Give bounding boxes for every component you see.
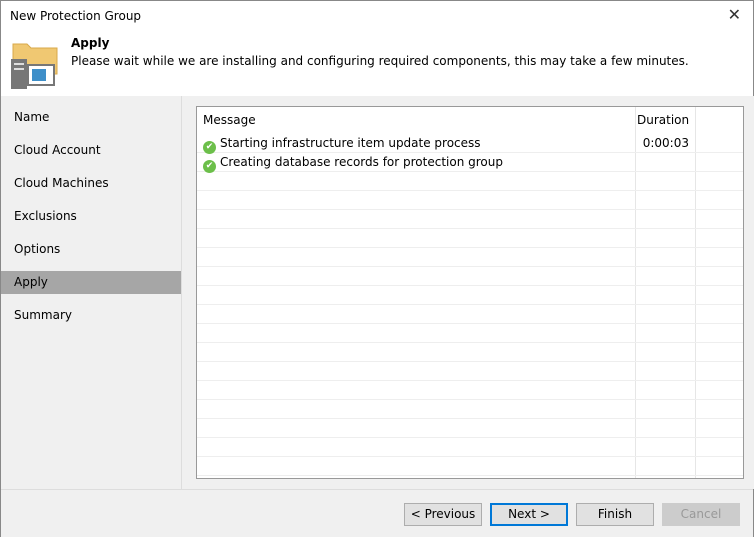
step-cloud-account[interactable]: Cloud Account <box>1 139 181 162</box>
table-row[interactable]: ✔ Creating database records for protectio… <box>197 153 743 173</box>
empty-row <box>197 438 743 457</box>
next-button[interactable]: Next > <box>490 503 568 526</box>
cancel-button[interactable]: Cancel <box>662 503 740 526</box>
grid-header: Message Duration <box>197 111 743 131</box>
column-header-message[interactable]: Message <box>203 111 256 129</box>
empty-row <box>197 172 743 191</box>
previous-button[interactable]: < Previous <box>404 503 482 526</box>
empty-row <box>197 419 743 438</box>
wizard-steps: Name Cloud Account Cloud Machines Exclus… <box>1 96 181 489</box>
page-description: Please wait while we are installing and … <box>71 54 689 68</box>
empty-row <box>197 324 743 343</box>
empty-row <box>197 305 743 324</box>
finish-button[interactable]: Finish <box>576 503 654 526</box>
row-message: Starting infrastructure item update proc… <box>220 136 481 150</box>
protection-group-icon <box>11 43 58 89</box>
page-title: Apply <box>71 36 110 50</box>
empty-row <box>197 400 743 419</box>
row-duration: 0:00:03 <box>642 136 689 150</box>
main-panel: Message Duration ✔ Starting infrastructur… <box>181 96 754 489</box>
empty-row <box>197 191 743 210</box>
empty-row <box>197 286 743 305</box>
log-grid[interactable]: Message Duration ✔ Starting infrastructur… <box>196 106 744 479</box>
empty-row <box>197 248 743 267</box>
empty-row <box>197 457 743 476</box>
step-cloud-machines[interactable]: Cloud Machines <box>1 172 181 195</box>
wizard-window: New Protection Group ✕ Apply Please wait… <box>0 0 754 537</box>
step-summary[interactable]: Summary <box>1 304 181 327</box>
step-exclusions[interactable]: Exclusions <box>1 205 181 228</box>
table-row[interactable]: ✔ Starting infrastructure item update pro… <box>197 134 743 154</box>
empty-row <box>197 267 743 286</box>
step-options[interactable]: Options <box>1 238 181 261</box>
empty-row <box>197 210 743 229</box>
empty-row <box>197 343 743 362</box>
step-name[interactable]: Name <box>1 106 181 129</box>
empty-row <box>197 362 743 381</box>
empty-row <box>197 229 743 248</box>
empty-row <box>197 381 743 400</box>
step-apply[interactable]: Apply <box>1 271 181 294</box>
window-title: New Protection Group <box>10 9 142 23</box>
row-message: Creating database records for protection… <box>220 155 503 169</box>
wizard-footer: < Previous Next > Finish Cancel <box>1 489 753 537</box>
empty-row <box>197 476 743 478</box>
close-icon[interactable]: ✕ <box>728 5 741 24</box>
column-header-duration[interactable]: Duration <box>637 111 695 129</box>
